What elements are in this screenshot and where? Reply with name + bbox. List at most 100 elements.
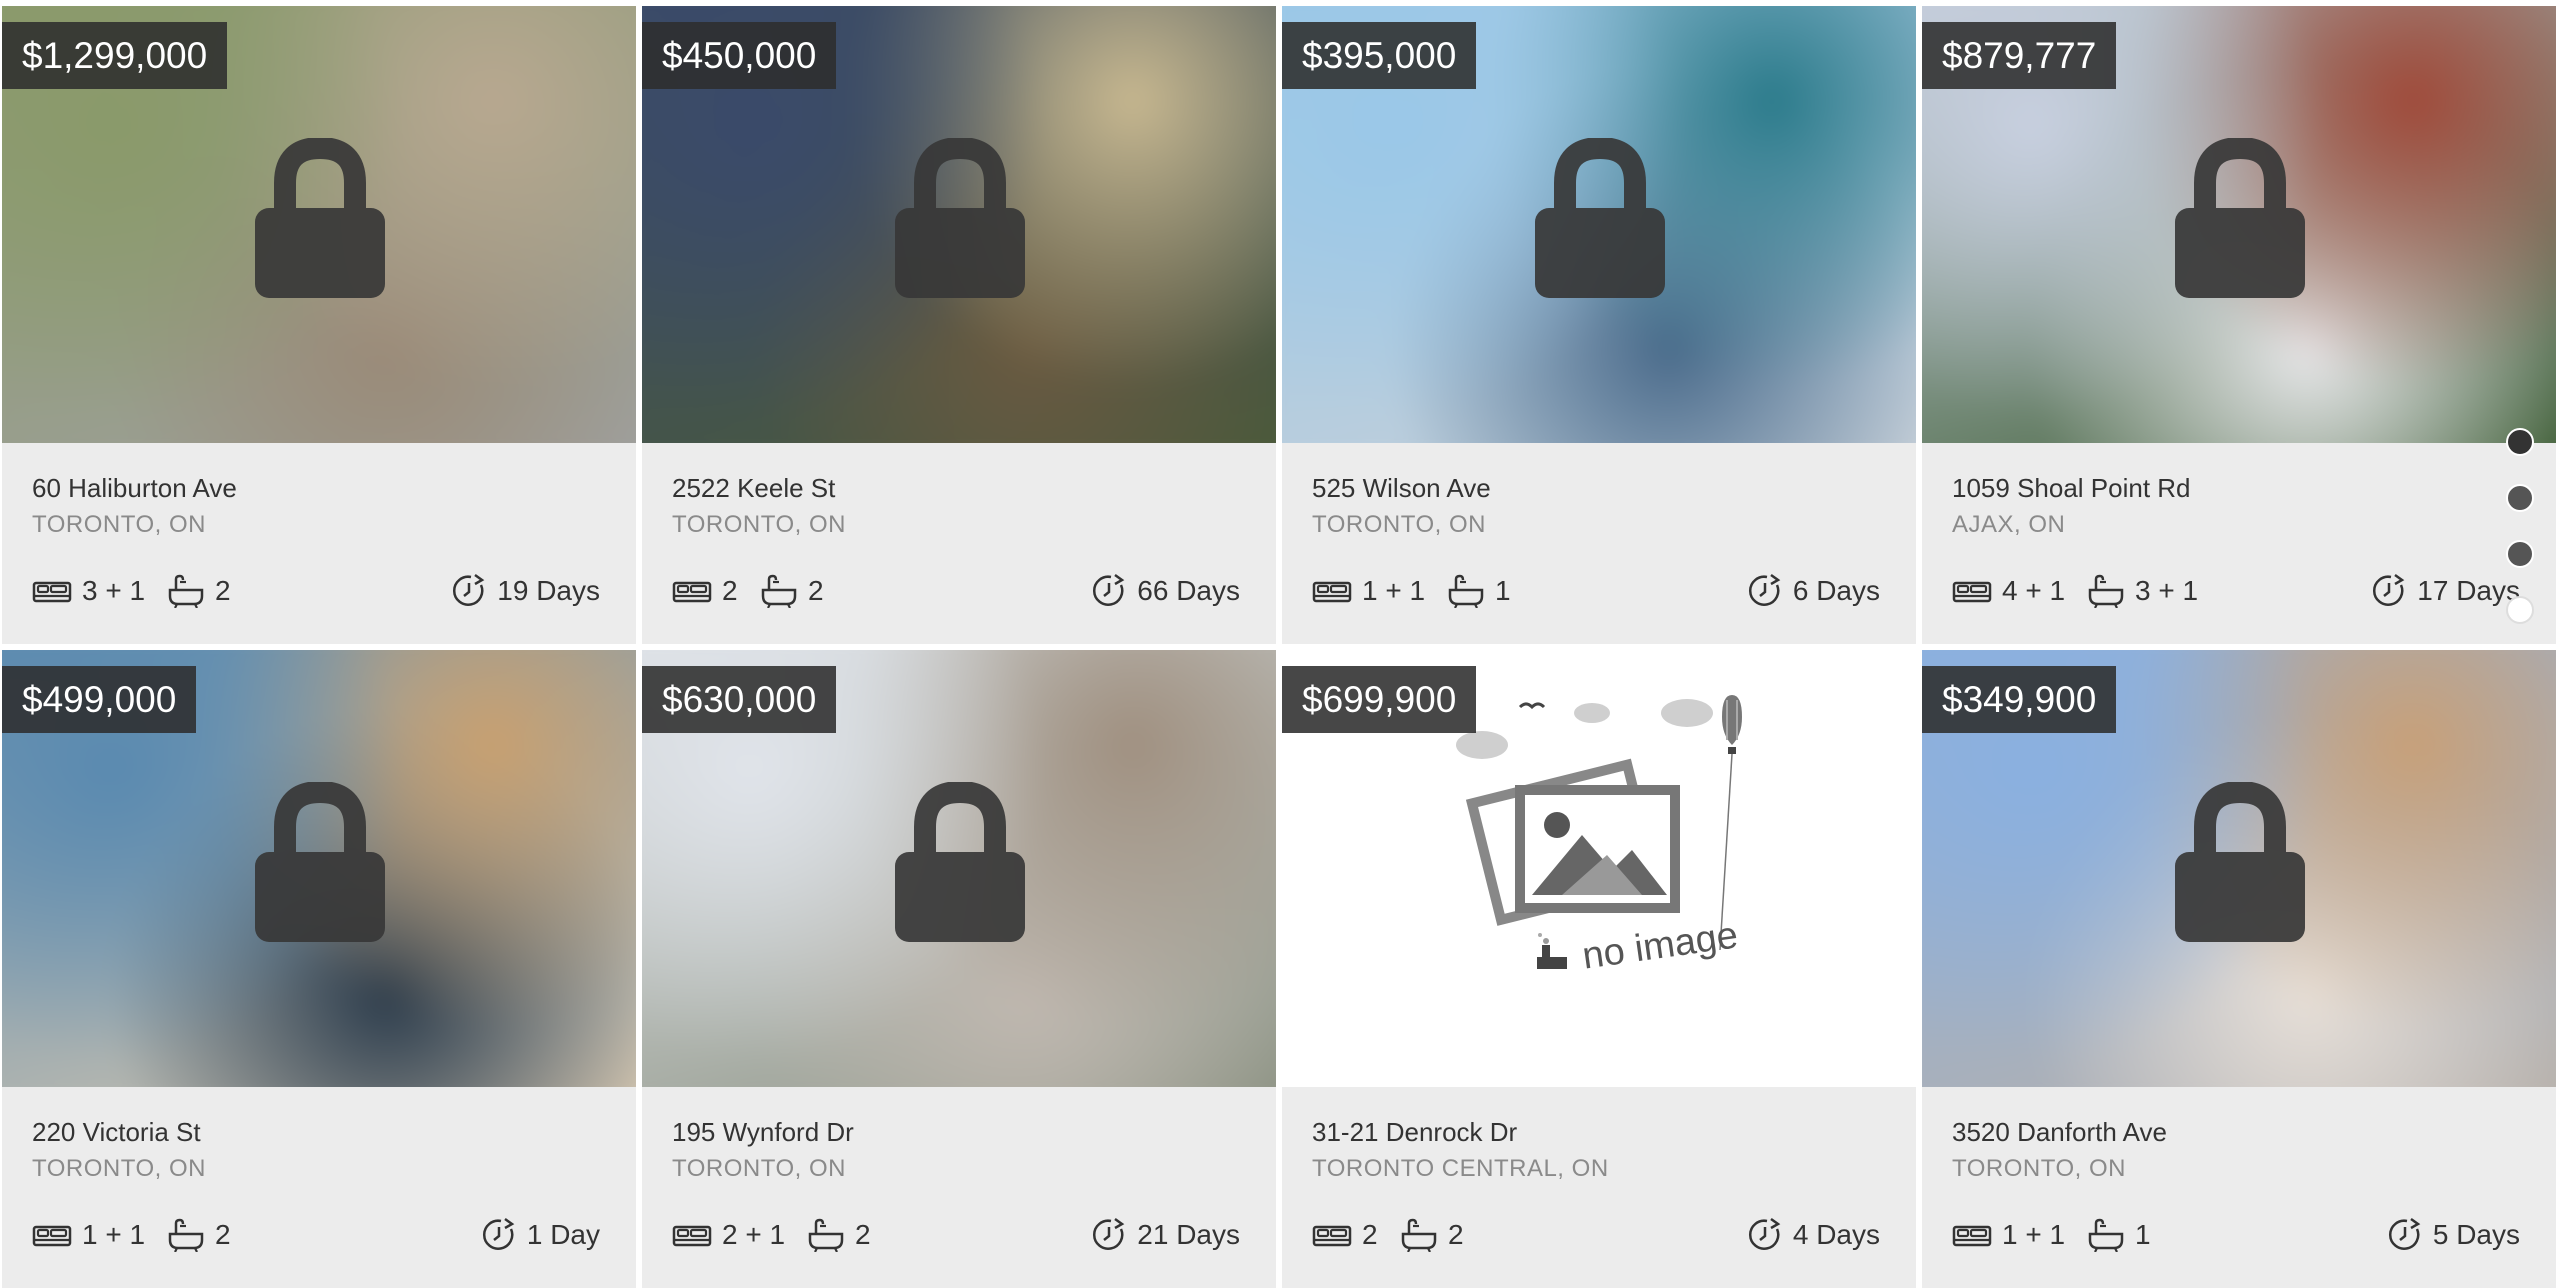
listing-address[interactable]: 525 Wilson Ave xyxy=(1312,473,1491,504)
days-on-market: 4 Days xyxy=(1747,1217,1880,1253)
bathtub-icon xyxy=(1400,1218,1438,1252)
bed-icon xyxy=(672,577,712,605)
baths-count: 2 xyxy=(167,1217,231,1253)
beds-value: 2 xyxy=(1362,1219,1378,1250)
bed-icon xyxy=(32,1221,72,1249)
lock-icon xyxy=(895,136,1025,298)
beds-value: 1 + 1 xyxy=(2002,1219,2066,1250)
listing-info: 3520 Danforth Ave TORONTO, ON 1 + 1 1 5 Days xyxy=(1922,1087,2556,1288)
listing-photo[interactable]: $1,299,000 xyxy=(2,6,636,443)
price-badge: $499,000 xyxy=(2,666,197,733)
lock-icon xyxy=(2175,136,2305,298)
days-on-market: 6 Days xyxy=(1747,573,1880,609)
beds-count: 2 xyxy=(1312,1217,1378,1253)
lock-icon xyxy=(1535,136,1665,298)
days-on-market: 66 Days xyxy=(1091,573,1240,609)
listing-address[interactable]: 1059 Shoal Point Rd xyxy=(1952,473,2191,504)
pagination-dot[interactable] xyxy=(2506,596,2534,624)
bathtub-icon xyxy=(167,574,205,608)
listing-city: TORONTO, ON xyxy=(672,511,846,538)
listing-card[interactable]: $349,900 3520 Danforth Ave TORONTO, ON 1 + … xyxy=(1922,650,2556,1288)
listing-address[interactable]: 2522 Keele St xyxy=(672,473,835,504)
beds-count: 1 + 1 xyxy=(32,1217,145,1253)
listing-info: 31-21 Denrock Dr TORONTO CENTRAL, ON 2 2 4 D… xyxy=(1282,1087,1916,1288)
listing-photo[interactable]: $450,000 xyxy=(642,6,1276,443)
listing-photo[interactable]: $499,000 xyxy=(2,650,636,1087)
listing-photo[interactable]: $349,900 xyxy=(1922,650,2556,1087)
listing-card[interactable]: $1,299,000 60 Haliburton Ave TORONTO, ON 3 … xyxy=(2,6,636,644)
listing-photo[interactable]: $879,777 xyxy=(1922,6,2556,443)
days-value: 19 Days xyxy=(497,575,600,606)
clock-icon xyxy=(1091,1217,1127,1253)
baths-value: 2 xyxy=(1448,1219,1464,1250)
baths-value: 2 xyxy=(855,1219,871,1250)
listing-city: TORONTO CENTRAL, ON xyxy=(1312,1155,1609,1182)
listing-card[interactable]: $450,000 2522 Keele St TORONTO, ON 2 2 66 Day… xyxy=(642,6,1276,644)
price-badge: $450,000 xyxy=(642,22,837,89)
clock-icon xyxy=(2387,1217,2423,1253)
listing-address[interactable]: 60 Haliburton Ave xyxy=(32,473,237,504)
clock-icon xyxy=(451,573,487,609)
days-value: 6 Days xyxy=(1792,575,1880,606)
listing-address[interactable]: 195 Wynford Dr xyxy=(672,1117,854,1148)
days-value: 66 Days xyxy=(1137,575,1240,606)
beds-count: 1 + 1 xyxy=(1952,1217,2065,1253)
price-badge: $699,900 xyxy=(1282,666,1477,733)
listing-info: 220 Victoria St TORONTO, ON 1 + 1 2 1 Day xyxy=(2,1087,636,1288)
days-on-market: 19 Days xyxy=(451,573,600,609)
bathtub-icon xyxy=(1447,574,1485,608)
listing-card[interactable]: $395,000 525 Wilson Ave TORONTO, ON 1 + 1 1 6… xyxy=(1282,6,1916,644)
price-badge: $630,000 xyxy=(642,666,837,733)
listing-photo[interactable]: $630,000 xyxy=(642,650,1276,1087)
bathtub-icon xyxy=(2087,574,2125,608)
bathtub-icon xyxy=(167,1218,205,1252)
listing-city: TORONTO, ON xyxy=(1312,511,1486,538)
listing-card[interactable]: $630,000 195 Wynford Dr TORONTO, ON 2 + 1 2 2… xyxy=(642,650,1276,1288)
listing-card[interactable]: no image $699,900 31-21 Denrock Dr TORONTO … xyxy=(1282,650,1916,1288)
clock-icon xyxy=(1747,573,1783,609)
days-value: 5 Days xyxy=(2432,1219,2520,1250)
listing-photo[interactable]: $395,000 xyxy=(1282,6,1916,443)
pagination-dot[interactable] xyxy=(2506,540,2534,568)
listing-address[interactable]: 3520 Danforth Ave xyxy=(1952,1117,2167,1148)
baths-value: 2 xyxy=(215,1219,231,1250)
days-value: 21 Days xyxy=(1137,1219,1240,1250)
clock-icon xyxy=(1747,1217,1783,1253)
bed-icon xyxy=(32,577,72,605)
lock-icon xyxy=(2175,780,2305,942)
bed-icon xyxy=(1952,577,1992,605)
pagination-dot[interactable] xyxy=(2506,428,2534,456)
baths-value: 2 xyxy=(215,575,231,606)
days-on-market: 1 Day xyxy=(481,1217,600,1253)
beds-value: 4 + 1 xyxy=(2002,575,2066,606)
days-on-market: 17 Days xyxy=(2371,573,2520,609)
listing-address[interactable]: 31-21 Denrock Dr xyxy=(1312,1117,1517,1148)
pagination-dot[interactable] xyxy=(2506,484,2534,512)
beds-value: 2 xyxy=(722,575,738,606)
beds-value: 3 + 1 xyxy=(82,575,146,606)
days-value: 4 Days xyxy=(1792,1219,1880,1250)
price-badge: $879,777 xyxy=(1922,22,2117,89)
listing-card[interactable]: $499,000 220 Victoria St TORONTO, ON 1 + 12… xyxy=(2,650,636,1288)
no-image-placeholder[interactable]: no image $699,900 xyxy=(1282,650,1916,1087)
listing-city: TORONTO, ON xyxy=(1952,1155,2126,1182)
price-badge: $1,299,000 xyxy=(2,22,228,89)
lock-icon xyxy=(255,780,385,942)
listing-city: TORONTO, ON xyxy=(672,1155,846,1182)
baths-value: 1 xyxy=(2135,1219,2151,1250)
bed-icon xyxy=(672,1221,712,1249)
beds-value: 1 + 1 xyxy=(1362,575,1426,606)
listing-city: AJAX, ON xyxy=(1952,511,2066,538)
listing-city: TORONTO, ON xyxy=(32,511,206,538)
baths-value: 1 xyxy=(1495,575,1511,606)
listing-card[interactable]: $879,777 1059 Shoal Point Rd AJAX, ON 4 + 1… xyxy=(1922,6,2556,644)
listing-info: 60 Haliburton Ave TORONTO, ON 3 + 1 2 19 Day… xyxy=(2,443,636,644)
days-on-market: 21 Days xyxy=(1091,1217,1240,1253)
beds-count: 3 + 1 xyxy=(32,573,145,609)
lock-icon xyxy=(255,136,385,298)
clock-icon xyxy=(1091,573,1127,609)
pagination-dots xyxy=(2506,428,2534,624)
baths-value: 2 xyxy=(808,575,824,606)
listing-address[interactable]: 220 Victoria St xyxy=(32,1117,201,1148)
listing-grid: $1,299,000 60 Haliburton Ave TORONTO, ON 3 … xyxy=(2,6,2556,1288)
